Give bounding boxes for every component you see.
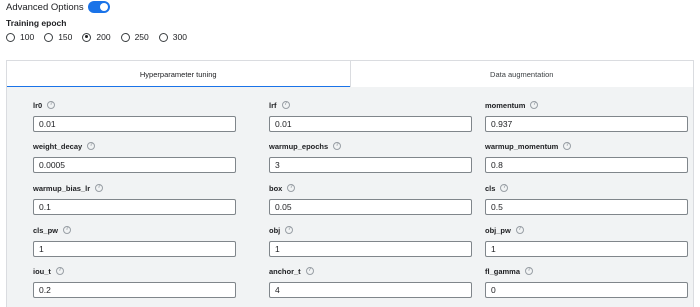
tab-hyperparameter-tuning[interactable]: Hyperparameter tuning <box>7 61 350 88</box>
field-label: warmup_bias_lr <box>33 183 91 193</box>
field-anchor-t: anchor_t? 4 <box>269 266 472 298</box>
help-icon[interactable]: ? <box>515 226 524 234</box>
warmup-epochs-input[interactable]: 3 <box>269 157 472 173</box>
help-icon[interactable]: ? <box>563 142 572 150</box>
help-icon[interactable]: ? <box>333 142 342 150</box>
advanced-options-row: Advanced Options <box>6 0 110 14</box>
field-label: fl_gamma <box>485 266 521 276</box>
field-warmup-bias-lr: warmup_bias_lr? 0.1 <box>33 183 236 215</box>
field-label: warmup_epochs <box>269 141 329 151</box>
radio-button[interactable] <box>6 32 15 42</box>
field-label: warmup_momentum <box>485 141 559 151</box>
fl-gamma-input[interactable]: 0 <box>485 282 688 298</box>
field-label: lrf <box>269 100 277 110</box>
field-weight-decay: weight_decay? 0.0005 <box>33 141 236 173</box>
iou-t-input[interactable]: 0.2 <box>33 282 236 298</box>
epoch-radio-group: 100 150 200 250 300 <box>6 32 197 42</box>
field-box: box? 0.05 <box>269 183 472 215</box>
anchor-t-input[interactable]: 4 <box>269 282 472 298</box>
help-icon[interactable]: ? <box>55 267 64 275</box>
epoch-option-100[interactable]: 100 <box>6 32 34 42</box>
cls-pw-input[interactable]: 1 <box>33 241 236 257</box>
field-label: obj_pw <box>485 225 511 235</box>
help-icon[interactable]: ? <box>281 101 290 109</box>
help-icon[interactable]: ? <box>287 184 296 192</box>
field-label: cls_pw <box>33 225 59 235</box>
field-warmup-momentum: warmup_momentum? 0.8 <box>485 141 688 173</box>
obj-input[interactable]: 1 <box>269 241 472 257</box>
field-label: lr0 <box>33 100 43 110</box>
help-icon[interactable]: ? <box>87 142 96 150</box>
field-label: weight_decay <box>33 141 83 151</box>
field-label: anchor_t <box>269 266 301 276</box>
advanced-options-label: Advanced Options <box>6 1 84 13</box>
radio-button[interactable] <box>158 32 168 42</box>
epoch-option-label: 300 <box>172 32 187 42</box>
field-obj: obj? 1 <box>269 225 472 257</box>
epoch-option-300[interactable]: 300 <box>158 32 187 42</box>
weight-decay-input[interactable]: 0.0005 <box>33 157 236 173</box>
momentum-input[interactable]: 0.937 <box>485 116 688 132</box>
field-iou-t: iou_t? 0.2 <box>33 266 236 298</box>
field-obj-pw: obj_pw? 1 <box>485 225 688 257</box>
settings-tabs: Hyperparameter tuning Data augmentation <box>6 60 694 88</box>
field-lrf: lrf? 0.01 <box>269 100 472 132</box>
help-icon[interactable]: ? <box>305 267 314 275</box>
radio-button-selected[interactable] <box>82 32 92 42</box>
epoch-option-150[interactable]: 150 <box>44 32 72 42</box>
field-momentum: momentum? 0.937 <box>485 100 688 132</box>
training-epoch-title: Training epoch <box>6 18 67 28</box>
field-label: momentum <box>485 100 526 110</box>
tab-data-augmentation[interactable]: Data augmentation <box>349 61 694 87</box>
help-icon[interactable]: ? <box>500 184 509 192</box>
box-input[interactable]: 0.05 <box>269 199 472 215</box>
epoch-option-label: 200 <box>96 32 111 42</box>
field-warmup-epochs: warmup_epochs? 3 <box>269 141 472 173</box>
help-icon[interactable]: ? <box>63 226 72 234</box>
help-icon[interactable]: ? <box>525 267 534 275</box>
warmup-bias-lr-input[interactable]: 0.1 <box>33 199 236 215</box>
lrf-input[interactable]: 0.01 <box>269 116 472 132</box>
lr0-input[interactable]: 0.01 <box>33 116 236 132</box>
field-label: obj <box>269 225 281 235</box>
epoch-option-label: 250 <box>134 32 149 42</box>
help-icon[interactable]: ? <box>530 101 539 109</box>
epoch-option-200[interactable]: 200 <box>82 32 111 42</box>
help-icon[interactable]: ? <box>95 184 104 192</box>
epoch-option-label: 100 <box>20 32 35 42</box>
field-label: cls <box>485 183 496 193</box>
epoch-option-250[interactable]: 250 <box>120 32 149 42</box>
warmup-momentum-input[interactable]: 0.8 <box>485 157 688 173</box>
radio-button[interactable] <box>44 32 54 42</box>
radio-button[interactable] <box>120 32 130 42</box>
field-label: iou_t <box>33 266 51 276</box>
cls-input[interactable]: 0.5 <box>485 199 688 215</box>
obj-pw-input[interactable]: 1 <box>485 241 688 257</box>
field-cls: cls? 0.5 <box>485 183 688 215</box>
advanced-options-toggle[interactable] <box>87 1 110 13</box>
toggle-knob <box>99 3 108 11</box>
field-cls-pw: cls_pw? 1 <box>33 225 236 257</box>
field-label: box <box>269 183 283 193</box>
help-icon[interactable]: ? <box>285 226 294 234</box>
help-icon[interactable]: ? <box>47 101 56 109</box>
epoch-option-label: 150 <box>58 32 73 42</box>
hyperparameter-panel: lr0? 0.01 lrf? 0.01 momentum? 0.937 weig… <box>6 87 694 307</box>
field-lr0: lr0? 0.01 <box>33 100 236 132</box>
field-fl-gamma: fl_gamma? 0 <box>485 266 688 298</box>
